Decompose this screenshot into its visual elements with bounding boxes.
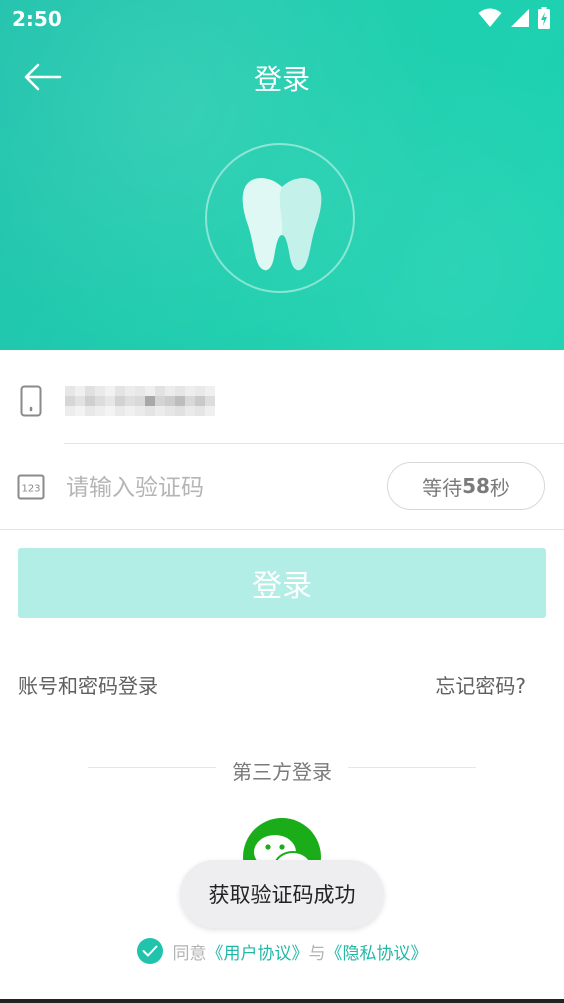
agreement-prefix: 同意	[172, 943, 207, 964]
account-password-login-link[interactable]: 账号和密码登录	[18, 670, 158, 699]
status-icons	[478, 7, 550, 29]
divider	[64, 443, 564, 444]
status-time: 2:50	[12, 7, 62, 31]
user-agreement-link[interactable]: 《用户协议》	[207, 939, 309, 964]
privacy-agreement-link[interactable]: 《隐私协议》	[326, 939, 428, 964]
verification-code-input[interactable]	[66, 470, 366, 506]
tooth-logo-icon	[242, 178, 322, 271]
pixelated-phone-number	[65, 386, 215, 416]
agreement-row: 同意 《用户协议》 与 《隐私协议》	[0, 938, 564, 964]
phone-icon	[20, 385, 42, 417]
wait-prefix: 等待	[422, 475, 463, 500]
wait-seconds: 58	[462, 474, 490, 498]
toast-message: 获取验证码成功	[180, 860, 384, 928]
bottom-edge	[0, 999, 564, 1003]
signal-icon	[511, 9, 529, 27]
header-banner: 2:50 登录	[0, 0, 564, 350]
status-bar: 2:50	[0, 0, 564, 38]
numeric-code-icon: 123	[17, 474, 45, 500]
wifi-icon	[478, 8, 502, 27]
login-button[interactable]: 登录	[18, 548, 546, 618]
page-title: 登录	[253, 63, 310, 96]
phone-number-field[interactable]	[65, 386, 215, 416]
wait-suffix: 秒	[489, 475, 510, 500]
resend-code-countdown-button[interactable]: 等待 58 秒	[387, 462, 545, 510]
svg-text:123: 123	[21, 484, 40, 495]
agreement-conjunction: 与	[308, 943, 326, 964]
agree-checkbox[interactable]	[136, 938, 163, 964]
third-party-login-label: 第三方登录	[232, 760, 332, 784]
forgot-password-link[interactable]: 忘记密码?	[435, 670, 526, 699]
divider	[0, 529, 564, 530]
battery-icon	[538, 7, 550, 29]
check-icon	[142, 945, 157, 957]
